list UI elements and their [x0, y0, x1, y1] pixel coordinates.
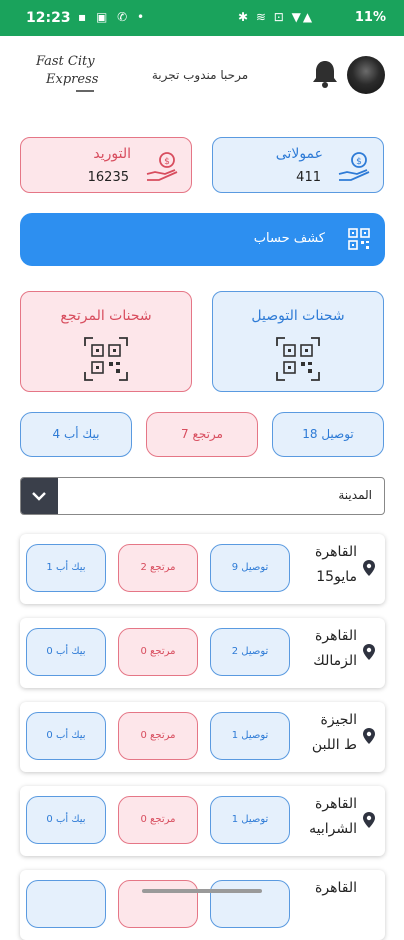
area-name: ط اللبن [311, 737, 357, 753]
welcome-text: مرحبا مندوب تجربة [151, 68, 249, 82]
area-name: الزمالك [313, 653, 357, 669]
bell-icon[interactable] [310, 58, 340, 90]
commissions-value: 411 [296, 170, 321, 185]
qr-scan-icon [83, 336, 129, 382]
supply-label: التوريد [93, 146, 131, 162]
dropdown-toggle[interactable] [21, 478, 58, 514]
commissions-card[interactable]: عمولاتى 411 $ [212, 137, 384, 193]
money-hand-icon: $ [337, 150, 373, 182]
city-pickup-pill[interactable]: بيك أب 0 [26, 712, 106, 760]
location-pin-icon [363, 728, 375, 744]
account-statement-button[interactable]: كشف حساب [20, 213, 385, 266]
city-delivery-pill[interactable] [210, 880, 290, 928]
notification-icons: ▪ ▣ ✆ • [78, 10, 148, 24]
city-name: القاهرة [315, 628, 357, 644]
city-card[interactable]: الجيزة ط اللبن توصيل 1 مرتجع 0 بيك أب 0 [20, 702, 385, 772]
city-pickup-pill[interactable] [26, 880, 106, 928]
return-shipments-label: شحنات المرتجع [60, 308, 152, 324]
account-statement-label: كشف حساب [253, 231, 325, 246]
home-indicator[interactable] [142, 889, 262, 893]
city-pickup-pill[interactable]: بيك أب 0 [26, 796, 106, 844]
city-returns-pill[interactable]: مرتجع 0 [118, 712, 198, 760]
logo-underline [76, 90, 94, 92]
return-shipments-card[interactable]: شحنات المرتجع [20, 291, 192, 392]
city-name: القاهرة [315, 796, 357, 812]
pickup-count-pill[interactable]: بيك أب 4 [20, 412, 132, 457]
location-pin-icon [363, 812, 375, 828]
svg-text:$: $ [356, 157, 362, 167]
supply-value: 16235 [87, 170, 129, 185]
area-name: 15مايو [316, 569, 357, 585]
status-bar: 12:23 ▪ ▣ ✆ • ✱ ≋ ⊡ ▼▲ 11% [0, 0, 404, 36]
city-delivery-pill[interactable]: توصيل 9 [210, 544, 290, 592]
system-icons: ✱ ≋ ⊡ ▼▲ [238, 10, 315, 24]
logo-line-1: Fast City [36, 54, 95, 69]
city-pickup-pill[interactable]: بيك أب 1 [26, 544, 106, 592]
returns-count-pill[interactable]: مرتجع 7 [146, 412, 258, 457]
city-name: القاهرة [315, 544, 357, 560]
battery-level: 11% [354, 10, 386, 25]
city-card[interactable]: القاهرة الزمالك توصيل 2 مرتجع 0 بيك أب 0 [20, 618, 385, 688]
city-card[interactable]: القاهرة 15مايو توصيل 9 مرتجع 2 بيك أب 1 [20, 534, 385, 604]
city-returns-pill[interactable]: مرتجع 0 [118, 628, 198, 676]
city-delivery-pill[interactable]: توصيل 1 [210, 712, 290, 760]
city-returns-pill[interactable] [118, 880, 198, 928]
city-name: الجيزة [320, 712, 357, 728]
city-returns-pill[interactable]: مرتجع 2 [118, 544, 198, 592]
delivery-shipments-label: شحنات التوصيل [251, 308, 345, 324]
city-pickup-pill[interactable]: بيك أب 0 [26, 628, 106, 676]
qr-code-icon [348, 228, 370, 250]
delivery-count-pill[interactable]: توصيل 18 [272, 412, 384, 457]
qr-scan-icon [275, 336, 321, 382]
city-delivery-pill[interactable]: توصيل 2 [210, 628, 290, 676]
location-pin-icon [363, 644, 375, 660]
app-logo: Fast City Express [30, 52, 100, 98]
city-card[interactable]: القاهرة [20, 870, 385, 940]
city-select[interactable]: المدينة [20, 477, 385, 515]
delivery-shipments-card[interactable]: شحنات التوصيل [212, 291, 384, 392]
logo-line-2: Express [46, 72, 99, 87]
city-returns-pill[interactable]: مرتجع 0 [118, 796, 198, 844]
supply-card[interactable]: التوريد 16235 $ [20, 137, 192, 193]
city-select-value: المدينة [338, 488, 372, 502]
city-delivery-pill[interactable]: توصيل 1 [210, 796, 290, 844]
svg-text:$: $ [164, 157, 170, 167]
money-hand-icon: $ [145, 150, 181, 182]
location-pin-icon [363, 560, 375, 576]
city-name: القاهرة [315, 880, 357, 896]
chevron-down-icon [32, 492, 46, 501]
avatar[interactable] [347, 56, 385, 94]
status-time: 12:23 [26, 10, 71, 26]
area-name: الشرابيه [309, 821, 357, 837]
city-card[interactable]: القاهرة الشرابيه توصيل 1 مرتجع 0 بيك أب … [20, 786, 385, 856]
commissions-label: عمولاتى [275, 146, 323, 162]
